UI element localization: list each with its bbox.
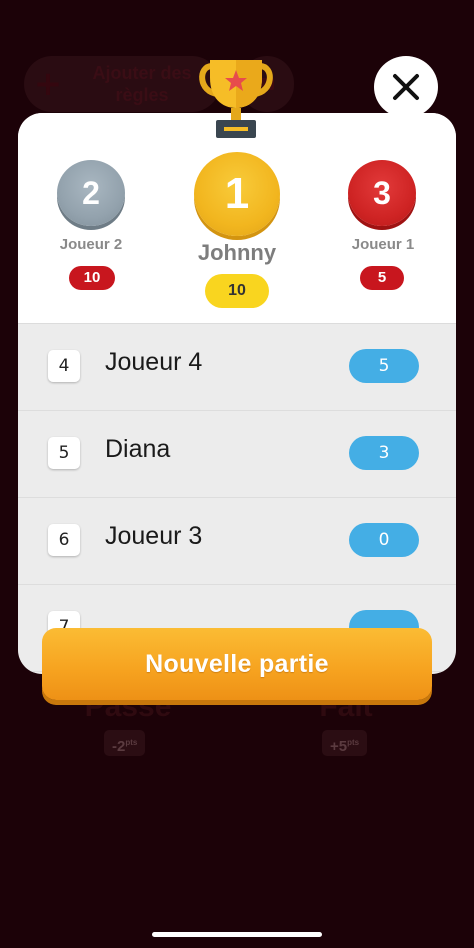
silver-medal: 2 [57,160,125,226]
ranking-list: 4 Joueur 4 5 5 Diana 3 6 Joueur 3 0 7 [18,324,456,672]
third-place-score: 5 [360,266,404,290]
rank-badge: 5 [48,437,80,469]
trophy-icon [196,58,276,140]
ranking-row: 5 Diana 3 [18,411,456,498]
new-game-label: Nouvelle partie [145,649,329,678]
skip-points-badge: -2pts [104,730,146,756]
new-game-button[interactable]: Nouvelle partie [42,628,432,700]
third-place-name: Joueur 1 [351,236,415,253]
player-score: 0 [349,523,419,557]
second-place-name: Joueur 2 [59,236,123,253]
player-name: Diana [105,435,171,463]
ranking-row: 4 Joueur 4 5 [18,324,456,411]
done-points-badge: +5pts [322,730,368,756]
bronze-medal: 3 [348,160,416,226]
rank-badge: 4 [48,350,80,382]
close-button[interactable] [374,56,438,118]
player-name: Joueur 4 [105,348,203,376]
home-indicator[interactable] [152,932,322,937]
add-rules-button: + Ajouter des règles [24,56,220,112]
first-place-score: 10 [205,274,269,308]
second-place-score: 10 [69,266,115,290]
close-icon [393,74,419,100]
rank-badge: 6 [48,524,80,556]
player-name: Joueur 3 [105,522,203,550]
plus-icon: + [33,64,63,104]
ranking-row: 6 Joueur 3 0 [18,498,456,585]
first-place-name: Johnny [197,240,277,265]
gold-medal: 1 [194,152,280,236]
player-score: 3 [349,436,419,470]
add-rules-label: Ajouter des règles [92,63,192,105]
player-score: 5 [349,349,419,383]
